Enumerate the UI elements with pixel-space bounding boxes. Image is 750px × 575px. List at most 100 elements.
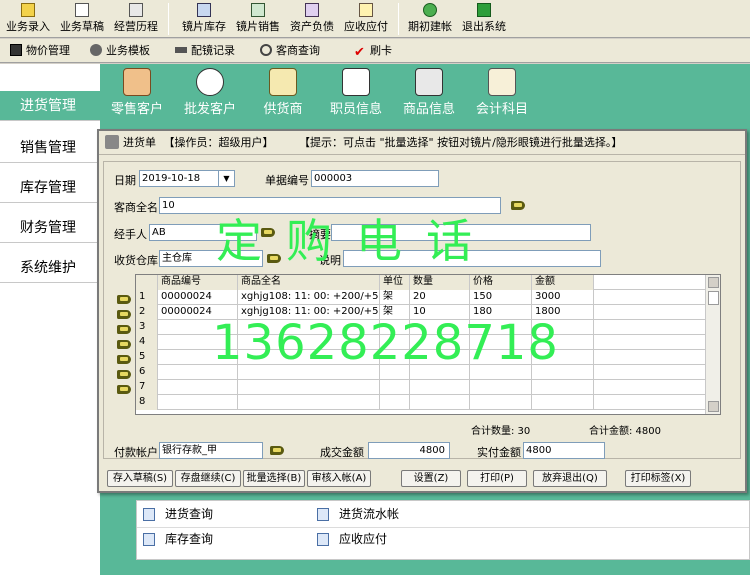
toolbar-button-balance[interactable]: 资产负债 [288, 0, 336, 38]
dialog-title-bar: 进货单 【操作员：超级用户】 【提示：可点击 "批量选择" 按钮对镜片/隐形眼镜… [99, 131, 745, 155]
toolbar-button-draft[interactable]: 业务草稿 [58, 0, 106, 38]
scroll-thumb[interactable] [708, 291, 719, 305]
table-cell[interactable]: 3000 [532, 290, 594, 305]
row-pointer-icon[interactable] [117, 370, 131, 379]
row-pointer-icon[interactable] [117, 355, 131, 364]
balance-icon [305, 3, 319, 17]
toolbar-button-exit[interactable]: 退出系统 [460, 0, 508, 38]
table-cell[interactable] [238, 380, 380, 395]
scroll-up-button[interactable] [708, 277, 719, 288]
operator-info: 【操作员：超级用户】 [163, 136, 274, 149]
table-cell[interactable] [380, 395, 410, 410]
toolbar-button-lens-sales[interactable]: 镜片销售 [234, 0, 282, 38]
save-draft-button[interactable]: 存入草稿(S) [107, 470, 173, 487]
row-pointer-icon[interactable] [117, 325, 131, 334]
grid-header-cell[interactable]: 商品编号 [158, 275, 238, 290]
doc-no-field[interactable]: 000003 [311, 170, 439, 187]
grid-header-cell[interactable]: 单位 [380, 275, 410, 290]
table-cell[interactable] [470, 380, 532, 395]
grid-header-cell[interactable]: 数量 [410, 275, 470, 290]
paid-amount-field[interactable]: 4800 [523, 442, 605, 459]
nav-item-purchase[interactable]: 进货管理 [0, 91, 100, 121]
toolbar2-button-glasses[interactable]: 配镜记录 [175, 42, 235, 60]
link-purchase-query[interactable]: 进货查询 [143, 504, 213, 524]
print-label-button[interactable]: 打印标签(X) [625, 470, 691, 487]
table-cell[interactable]: 20 [410, 290, 470, 305]
toolbar-button-entry[interactable]: 业务录入 [4, 0, 52, 38]
pointing-hand-icon[interactable] [270, 446, 284, 455]
table-cell[interactable] [470, 395, 532, 410]
date-dropdown-button[interactable]: ▼ [218, 170, 235, 187]
purchase-order-dialog: 进货单 【操作员：超级用户】 【提示：可点击 "批量选择" 按钮对镜片/隐形眼镜… [97, 129, 747, 493]
nav-item-system[interactable]: 系统维护 [0, 253, 100, 283]
toolbar2-button-template[interactable]: 业务模板 [90, 42, 150, 60]
table-cell[interactable] [410, 395, 470, 410]
table-cell[interactable] [238, 395, 380, 410]
table-row[interactable]: 7 [136, 380, 709, 395]
table-cell[interactable] [532, 395, 594, 410]
toolbar-button-receivable[interactable]: 应收应付 [342, 0, 390, 38]
table-cell[interactable] [158, 395, 238, 410]
toolbar-label: 资产负债 [290, 20, 334, 33]
link-inventory-query[interactable]: 库存查询 [143, 529, 213, 549]
band-item-product[interactable]: 商品信息 [394, 68, 464, 117]
date-label: 日期 [114, 174, 136, 187]
pay-account-field[interactable]: 银行存款_甲 [159, 442, 263, 459]
row-pointer-icon[interactable] [117, 295, 131, 304]
band-item-supplier[interactable]: 供货商 [248, 68, 318, 117]
pay-account-label: 付款帐户 [114, 446, 158, 459]
nav-item-sales[interactable]: 销售管理 [0, 133, 100, 163]
table-cell[interactable] [532, 380, 594, 395]
table-cell[interactable] [410, 380, 470, 395]
toolbar-button-init-account[interactable]: 期初建帐 [406, 0, 454, 38]
pointing-hand-icon[interactable] [511, 201, 525, 210]
scroll-down-button[interactable] [708, 401, 719, 412]
table-cell[interactable] [380, 380, 410, 395]
total-amount: 合计金额: 4800 [589, 426, 661, 437]
grid-header-cell[interactable]: 金额 [532, 275, 594, 290]
grid-scrollbar[interactable] [705, 275, 720, 414]
table-cell[interactable]: 00000024 [158, 290, 238, 305]
toolbar-button-lens-stock[interactable]: 镜片库存 [180, 0, 228, 38]
nav-item-finance[interactable]: 财务管理 [0, 213, 100, 243]
band-item-wholesale-customer[interactable]: 批发客户 [175, 68, 245, 117]
toolbar-label: 镜片库存 [182, 20, 226, 33]
audit-post-button[interactable]: 审核入帐(A) [307, 470, 371, 487]
table-cell[interactable]: 架 [380, 290, 410, 305]
deal-amount-field[interactable]: 4800 [368, 442, 450, 459]
print-button[interactable]: 打印(P) [467, 470, 527, 487]
toolbar-separator [398, 3, 399, 35]
band-item-staff[interactable]: 职员信息 [321, 68, 391, 117]
table-cell[interactable]: xghjg108: 11: 00: +200/+50 [238, 290, 380, 305]
document-icon [143, 508, 155, 521]
wholesale-customer-icon [196, 68, 224, 96]
row-pointer-icon[interactable] [117, 385, 131, 394]
toolbar-button-history[interactable]: 经营历程 [112, 0, 160, 38]
row-pointer-icon[interactable] [117, 340, 131, 349]
date-field[interactable]: 2019-10-18 [139, 170, 219, 187]
band-item-label: 供货商 [263, 102, 303, 117]
save-continue-button[interactable]: 存盘继续(C) [175, 470, 241, 487]
batch-select-button[interactable]: 批量选择(B) [243, 470, 305, 487]
toolbar2-button-price[interactable]: 物价管理 [10, 42, 70, 60]
link-label: 应收应付 [339, 532, 388, 546]
nav-item-inventory[interactable]: 库存管理 [0, 173, 100, 203]
table-cell[interactable]: 150 [470, 290, 532, 305]
toolbar2-button-card[interactable]: ✔ 刷卡 [354, 42, 392, 60]
grid-header-cell[interactable]: 价格 [470, 275, 532, 290]
toolbar2-label: 物价管理 [26, 44, 70, 57]
link-receivable-payable[interactable]: 应收应付 [317, 529, 387, 549]
table-row[interactable]: 8 [136, 395, 709, 410]
settings-button[interactable]: 设置(Z) [401, 470, 461, 487]
toolbar2-button-query[interactable]: 客商查询 [260, 42, 320, 60]
table-row[interactable]: 1 00000024 xghjg108: 11: 00: +200/+50 架 20 15… [136, 290, 709, 305]
band-item-retail-customer[interactable]: 零售客户 [102, 68, 172, 117]
grid-header-cell[interactable]: 商品全名 [238, 275, 380, 290]
receivable-icon [359, 3, 373, 17]
row-pointer-icon[interactable] [117, 310, 131, 319]
band-item-account[interactable]: 会计科目 [467, 68, 537, 117]
table-cell[interactable] [158, 380, 238, 395]
discard-exit-button[interactable]: 放弃退出(Q) [533, 470, 607, 487]
row-number-cell: 2 [136, 305, 158, 320]
link-purchase-ledger[interactable]: 进货流水帐 [317, 504, 399, 524]
